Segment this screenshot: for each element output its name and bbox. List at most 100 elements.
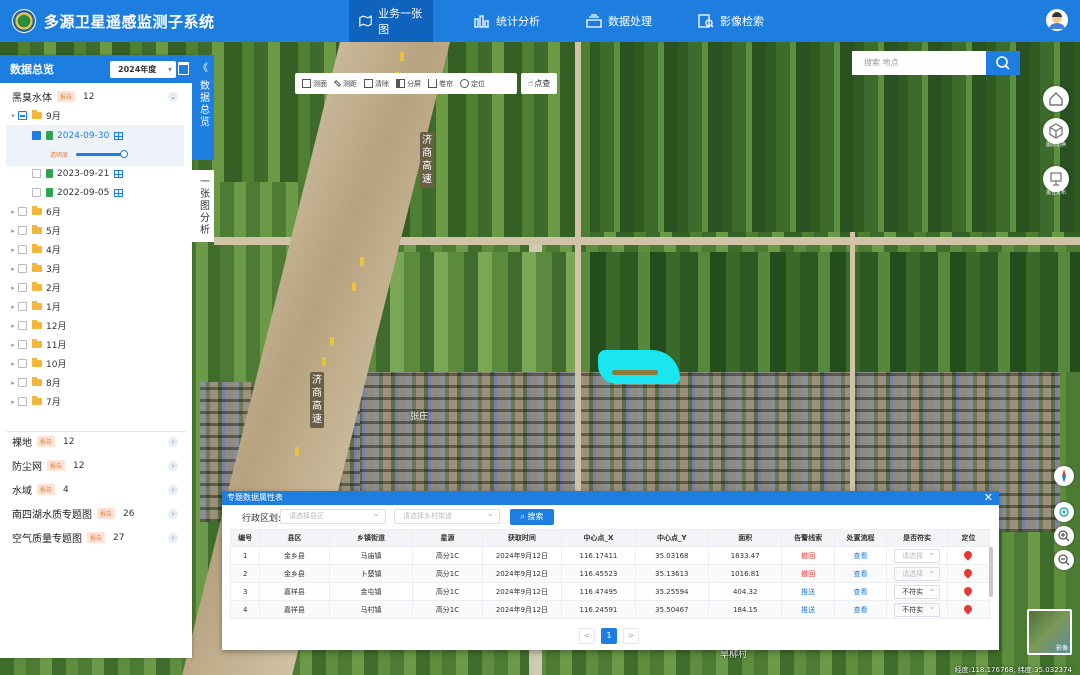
checkbox[interactable] bbox=[18, 264, 27, 273]
location-pin-icon[interactable] bbox=[962, 602, 975, 615]
table-icon[interactable] bbox=[114, 188, 124, 197]
place-search-input[interactable]: 搜索 地点 bbox=[852, 51, 986, 75]
tree-month-open[interactable]: ▾ 9月 bbox=[0, 106, 192, 125]
next-page-button[interactable]: > bbox=[623, 628, 639, 644]
alert-action-link[interactable]: 推送 bbox=[781, 582, 835, 601]
locate-me-button[interactable] bbox=[1054, 502, 1074, 522]
clear-tool[interactable]: 清除 bbox=[364, 79, 389, 89]
user-avatar[interactable] bbox=[1046, 9, 1068, 31]
checkbox[interactable] bbox=[18, 378, 27, 387]
zoom-in-button[interactable] bbox=[1054, 526, 1074, 546]
checkbox[interactable] bbox=[18, 302, 27, 311]
tree-month-item[interactable]: ▸ 11月 bbox=[0, 335, 192, 354]
checkbox[interactable] bbox=[18, 226, 27, 235]
report-badge[interactable]: 报告 bbox=[87, 532, 106, 543]
compass-button[interactable] bbox=[1054, 466, 1074, 486]
search-button[interactable] bbox=[986, 51, 1020, 75]
prev-page-button[interactable]: < bbox=[579, 628, 595, 644]
tab-data-overview[interactable]: 《 数据总览 bbox=[192, 55, 214, 160]
nav-tab-data-process[interactable]: 数据处理 bbox=[576, 0, 662, 42]
verify-select[interactable]: 不符实 bbox=[894, 583, 941, 599]
checkbox[interactable] bbox=[18, 340, 27, 349]
tree-date-item[interactable]: 2023-09-21 bbox=[0, 164, 192, 183]
district-select[interactable]: 请选择县区 bbox=[280, 508, 386, 524]
trash-icon[interactable] bbox=[178, 62, 189, 75]
category-nansi-lake[interactable]: 南四湖水质专题图 报告 26 › bbox=[0, 504, 192, 523]
tab-onemap-analysis[interactable]: 一张图分析 bbox=[192, 170, 214, 242]
tree-date-item-selected[interactable]: 2024-09-30 bbox=[0, 126, 192, 145]
view-flow-link[interactable]: 查看 bbox=[833, 582, 888, 601]
chevron-right-icon[interactable]: › bbox=[168, 532, 178, 543]
report-badge[interactable]: 报告 bbox=[47, 460, 66, 471]
category-air-quality[interactable]: 空气质量专题图 报告 27 › bbox=[0, 528, 192, 547]
caret-right-icon[interactable]: ▸ bbox=[8, 360, 18, 368]
collapse-icon[interactable]: 《 bbox=[192, 59, 214, 74]
checkbox[interactable] bbox=[18, 321, 27, 330]
verify-select[interactable]: 不符实 bbox=[894, 601, 941, 617]
category-black-water[interactable]: 黑臭水体 报告 12 ⌄ bbox=[0, 87, 192, 106]
caret-right-icon[interactable]: ▸ bbox=[8, 227, 18, 235]
checkbox[interactable] bbox=[18, 207, 27, 216]
table-scrollbar[interactable] bbox=[989, 547, 993, 597]
alert-action-link[interactable]: 撤回 bbox=[781, 546, 835, 565]
view-flow-link[interactable]: 查看 bbox=[833, 564, 888, 583]
report-badge[interactable]: 报告 bbox=[57, 91, 76, 102]
report-badge[interactable]: 报告 bbox=[37, 484, 56, 495]
location-pin-icon[interactable] bbox=[962, 566, 975, 579]
click-query-button[interactable]: ☝ 点查 bbox=[521, 73, 557, 94]
category-bare-land[interactable]: 裸地 报告 12 › bbox=[0, 432, 192, 451]
home-button[interactable] bbox=[1043, 86, 1069, 112]
year-select[interactable]: 2024年度 bbox=[110, 61, 176, 78]
measure-area-tool[interactable]: 测面 bbox=[302, 79, 327, 89]
zoom-out-button[interactable] bbox=[1054, 550, 1074, 570]
chevron-down-icon[interactable]: ⌄ bbox=[168, 91, 178, 102]
location-pin-icon[interactable] bbox=[962, 548, 975, 561]
caret-right-icon[interactable]: ▸ bbox=[8, 265, 18, 273]
alert-action-link[interactable]: 推送 bbox=[781, 600, 835, 619]
caret-right-icon[interactable]: ▸ bbox=[8, 398, 18, 406]
view-flow-link[interactable]: 查看 bbox=[833, 546, 888, 565]
tree-month-item[interactable]: ▸ 8月 bbox=[0, 373, 192, 392]
category-dust-net[interactable]: 防尘网 报告 12 › bbox=[0, 456, 192, 475]
tree-month-item[interactable]: ▸ 12月 bbox=[0, 316, 192, 335]
checkbox[interactable] bbox=[32, 169, 41, 178]
tree-month-item[interactable]: ▸ 7月 bbox=[0, 392, 192, 411]
locate-tool[interactable]: 定位 bbox=[460, 79, 485, 89]
checkbox-checked[interactable] bbox=[32, 131, 41, 140]
close-icon[interactable]: ✕ bbox=[984, 491, 993, 505]
measure-distance-tool[interactable]: 测距 bbox=[333, 79, 357, 89]
category-water-area[interactable]: 水域 报告 4 › bbox=[0, 480, 192, 499]
checkbox[interactable] bbox=[18, 397, 27, 406]
table-icon[interactable] bbox=[114, 131, 124, 140]
caret-down-icon[interactable]: ▾ bbox=[8, 112, 18, 120]
filter-search-button[interactable]: ⌕ 搜索 bbox=[510, 509, 554, 525]
tree-month-item[interactable]: ▸ 1月 bbox=[0, 297, 192, 316]
opacity-slider-handle[interactable] bbox=[120, 150, 129, 158]
report-badge[interactable]: 报告 bbox=[97, 508, 116, 519]
report-badge[interactable]: 报告 bbox=[37, 436, 56, 447]
swipe-tool[interactable]: 卷帘 bbox=[428, 79, 453, 89]
verify-select[interactable]: 请选择 bbox=[894, 565, 941, 581]
verify-select[interactable]: 请选择 bbox=[894, 547, 941, 563]
tree-date-item[interactable]: 2022-09-05 bbox=[0, 183, 192, 202]
page-number-button[interactable]: 1 bbox=[601, 628, 617, 644]
caret-right-icon[interactable]: ▸ bbox=[8, 284, 18, 292]
checkbox[interactable] bbox=[18, 283, 27, 292]
tree-month-item[interactable]: ▸ 2月 bbox=[0, 278, 192, 297]
chevron-right-icon[interactable]: › bbox=[168, 484, 178, 495]
checkbox[interactable] bbox=[18, 245, 27, 254]
tree-month-item[interactable]: ▸ 5月 bbox=[0, 221, 192, 240]
chevron-right-icon[interactable]: › bbox=[168, 436, 178, 447]
checkbox[interactable] bbox=[32, 188, 41, 197]
nav-tab-image-search[interactable]: 影像检索 bbox=[688, 0, 774, 42]
caret-right-icon[interactable]: ▸ bbox=[8, 246, 18, 254]
water-body-highlight[interactable] bbox=[598, 350, 680, 384]
caret-right-icon[interactable]: ▸ bbox=[8, 379, 18, 387]
alert-action-link[interactable]: 撤回 bbox=[781, 564, 835, 583]
nav-tab-onemap[interactable]: 业务一张图 bbox=[349, 0, 433, 42]
table-icon[interactable] bbox=[114, 169, 124, 178]
town-select[interactable]: 请选择乡村街道 bbox=[394, 508, 500, 524]
caret-right-icon[interactable]: ▸ bbox=[8, 303, 18, 311]
tree-month-item[interactable]: ▸ 6月 bbox=[0, 202, 192, 221]
caret-right-icon[interactable]: ▸ bbox=[8, 322, 18, 330]
